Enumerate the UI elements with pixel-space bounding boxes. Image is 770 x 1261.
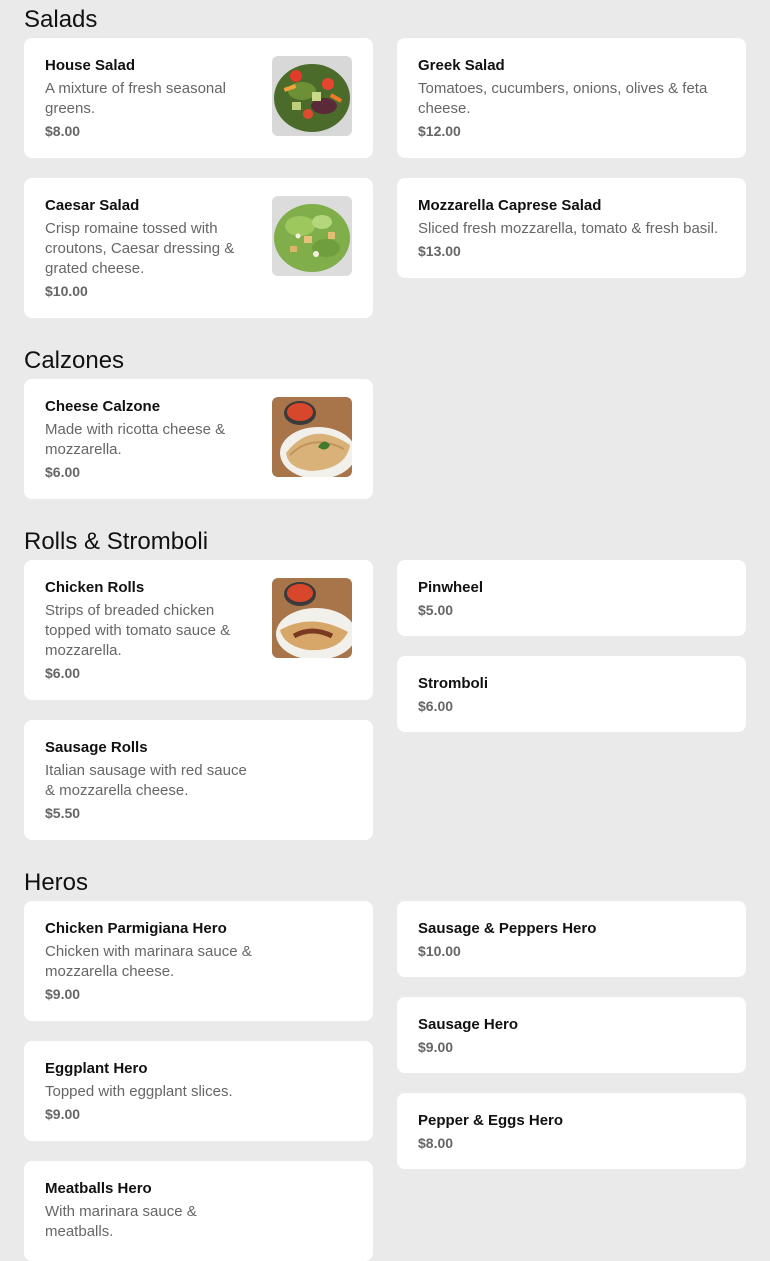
item-price: $6.00 bbox=[45, 665, 81, 681]
item-name: Pepper & Eggs Hero bbox=[418, 1112, 564, 1129]
item-description: Tomatoes, cucumbers, onions, olives & fe… bbox=[418, 80, 708, 117]
menu-item-cheese-calzone[interactable]: Cheese Calzone Made with ricotta cheese … bbox=[24, 379, 373, 499]
item-name: Meatballs Hero bbox=[45, 1180, 152, 1197]
item-price: $5.50 bbox=[45, 805, 81, 821]
item-name: Sausage Hero bbox=[418, 1016, 519, 1033]
item-description: Topped with eggplant slices. bbox=[45, 1083, 233, 1100]
item-description: Chicken with marinara sauce & mozzarella… bbox=[45, 943, 252, 980]
item-description: A mixture of fresh seasonal greens. bbox=[45, 80, 226, 117]
house-salad-photo bbox=[272, 56, 352, 136]
item-price: $13.00 bbox=[418, 243, 461, 259]
menu-item-chicken-parmigiana-hero[interactable]: Chicken Parmigiana Hero Chicken with mar… bbox=[24, 901, 373, 1021]
chicken-rolls-photo bbox=[272, 578, 352, 658]
menu-item-mozzarella-caprese-salad[interactable]: Mozzarella Caprese Salad Sliced fresh mo… bbox=[397, 178, 746, 278]
item-price: $9.00 bbox=[45, 986, 81, 1002]
item-name: Cheese Calzone bbox=[45, 398, 161, 415]
menu-item-pinwheel[interactable]: Pinwheel $5.00 bbox=[397, 560, 746, 636]
item-price: $6.00 bbox=[418, 698, 454, 714]
caesar-salad-photo bbox=[272, 196, 352, 276]
item-name: Chicken Rolls bbox=[45, 579, 145, 596]
item-description: Crisp romaine tossed with croutons, Caes… bbox=[45, 220, 235, 277]
item-price: $9.00 bbox=[45, 1106, 81, 1122]
item-price: $6.00 bbox=[45, 464, 81, 480]
item-name: Sausage Rolls bbox=[45, 739, 148, 756]
menu-item-sausage-peppers-hero[interactable]: Sausage & Peppers Hero $10.00 bbox=[397, 901, 746, 977]
item-description: Sliced fresh mozzarella, tomato & fresh … bbox=[418, 220, 719, 237]
item-name: Chicken Parmigiana Hero bbox=[45, 920, 227, 937]
section-title-salads: Salads bbox=[24, 6, 98, 33]
section-title-calzones: Calzones bbox=[24, 347, 125, 374]
item-price: $8.00 bbox=[418, 1135, 454, 1151]
item-description: With marinara sauce & meatballs. bbox=[45, 1203, 197, 1240]
item-name: House Salad bbox=[45, 57, 136, 74]
menu-item-greek-salad[interactable]: Greek Salad Tomatoes, cucumbers, onions,… bbox=[397, 38, 746, 158]
item-price: $8.00 bbox=[45, 123, 81, 139]
menu-item-chicken-rolls[interactable]: Chicken Rolls Strips of breaded chicken … bbox=[24, 560, 373, 700]
item-description: Made with ricotta cheese & mozzarella. bbox=[45, 421, 226, 458]
menu-item-sausage-hero[interactable]: Sausage Hero $9.00 bbox=[397, 997, 746, 1073]
menu-item-caesar-salad[interactable]: Caesar Salad Crisp romaine tossed with c… bbox=[24, 178, 373, 318]
item-price: $9.00 bbox=[418, 1039, 454, 1055]
menu-item-sausage-rolls[interactable]: Sausage Rolls Italian sausage with red s… bbox=[24, 720, 373, 840]
item-price: $12.00 bbox=[418, 123, 461, 139]
item-description: Strips of breaded chicken topped with to… bbox=[45, 602, 231, 659]
menu-item-meatballs-hero[interactable]: Meatballs Hero With marinara sauce & mea… bbox=[24, 1161, 373, 1261]
menu-item-stromboli[interactable]: Stromboli $6.00 bbox=[397, 656, 746, 732]
item-price: $10.00 bbox=[45, 283, 88, 299]
section-title-rolls-stromboli: Rolls & Stromboli bbox=[24, 528, 209, 555]
menu-item-eggplant-hero[interactable]: Eggplant Hero Topped with eggplant slice… bbox=[24, 1041, 373, 1141]
cheese-calzone-photo bbox=[272, 397, 352, 477]
item-name: Eggplant Hero bbox=[45, 1060, 148, 1077]
item-name: Stromboli bbox=[418, 675, 488, 692]
section-title-heros: Heros bbox=[24, 869, 89, 896]
item-price: $10.00 bbox=[418, 943, 461, 959]
item-name: Sausage & Peppers Hero bbox=[418, 920, 597, 937]
item-name: Greek Salad bbox=[418, 57, 505, 74]
item-name: Caesar Salad bbox=[45, 197, 140, 214]
menu-item-house-salad[interactable]: House Salad A mixture of fresh seasonal … bbox=[24, 38, 373, 158]
item-price: $5.00 bbox=[418, 602, 454, 618]
item-description: Italian sausage with red sauce & mozzare… bbox=[45, 762, 247, 799]
item-name: Mozzarella Caprese Salad bbox=[418, 197, 602, 214]
item-name: Pinwheel bbox=[418, 579, 484, 596]
menu-item-pepper-eggs-hero[interactable]: Pepper & Eggs Hero $8.00 bbox=[397, 1093, 746, 1169]
